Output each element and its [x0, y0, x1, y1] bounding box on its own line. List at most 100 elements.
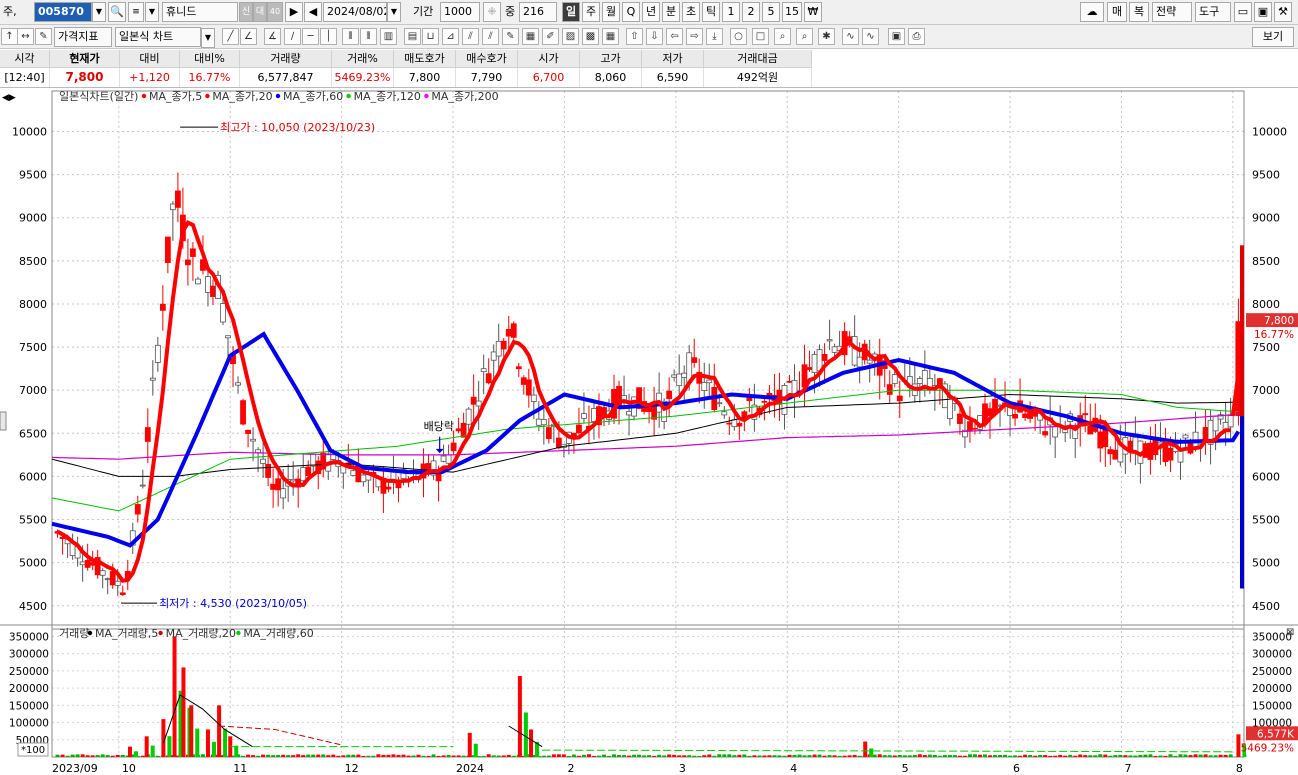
left-right-arrow-icon[interactable]: ↔ — [17, 28, 34, 45]
list-icon[interactable]: ≡ — [128, 2, 144, 22]
period-button-12[interactable]: ₩ — [804, 2, 822, 22]
wave-icon[interactable]: ∿ — [842, 28, 859, 45]
candle-body — [626, 410, 632, 416]
mid-input[interactable]: 216 — [519, 2, 557, 22]
table-icon[interactable]: ▦ — [602, 28, 619, 45]
volume-bar — [271, 755, 276, 757]
search-icon[interactable]: 🔍 — [108, 2, 126, 22]
zoom2-icon[interactable]: ⌕ — [796, 28, 813, 45]
candle-body — [455, 428, 462, 432]
volume-bar — [266, 754, 271, 757]
volume-bar — [80, 754, 85, 757]
edit-icon[interactable]: ✎ — [35, 28, 52, 45]
angle-icon[interactable]: ∠ — [240, 28, 257, 45]
period-button-1[interactable]: 주 — [582, 2, 600, 22]
period-button-5[interactable]: 분 — [662, 2, 680, 22]
date-field[interactable]: 2024/08/02 — [323, 2, 387, 22]
price-legend-item: MA_종가,5 — [149, 90, 202, 103]
parallel-icon[interactable]: ⫽ — [462, 28, 479, 45]
candle-body — [1052, 426, 1059, 438]
stock-code-input[interactable]: 005870 — [34, 2, 92, 22]
download-icon[interactable]: ⤓ — [706, 28, 723, 45]
volume-bar — [1128, 755, 1133, 757]
chart-type-dropdown-icon[interactable]: ▼ — [201, 28, 215, 48]
cycle-icon[interactable]: ⦀ — [342, 28, 359, 45]
price-tick-left: 6000 — [19, 470, 47, 483]
grid2-icon[interactable]: ▤ — [404, 28, 421, 45]
zoom-icon[interactable]: ⌕ — [774, 28, 791, 45]
grid-icon[interactable]: ▥ — [380, 28, 397, 45]
wave2-icon[interactable]: ∿ — [862, 28, 879, 45]
candle-body — [390, 471, 397, 481]
volume-bar — [1178, 754, 1183, 757]
period-button-6[interactable]: 초 — [682, 2, 700, 22]
settings-icon[interactable]: ✱ — [818, 28, 835, 45]
volume-bar — [892, 755, 897, 757]
candle-body — [515, 366, 522, 370]
folder-icon[interactable]: ▭ — [1234, 2, 1252, 22]
price-legend-title: 일본식차트(일간) — [59, 89, 138, 103]
pattern-icon[interactable]: ▨ — [562, 28, 579, 45]
volume-bar — [998, 755, 1003, 757]
tools-menu[interactable]: 도구 — [1195, 2, 1231, 22]
volume-bar — [1023, 754, 1028, 757]
period-button-4[interactable]: 년 — [642, 2, 660, 22]
volume-bar — [1068, 754, 1073, 757]
period-input[interactable]: 1000 — [440, 2, 480, 22]
period-button-2[interactable]: 월 — [602, 2, 620, 22]
circle-icon[interactable]: ○ — [730, 28, 747, 45]
x-tick-label: 6 — [1013, 762, 1020, 775]
list-dropdown-icon[interactable]: ▼ — [145, 2, 159, 22]
candle-body — [681, 372, 688, 378]
date-dropdown-icon[interactable]: ▼ — [387, 2, 401, 22]
volume-bar — [752, 755, 757, 757]
period-button-7[interactable]: 틱 — [702, 2, 720, 22]
cycle2-icon[interactable]: ⦀ — [360, 28, 377, 45]
period-button-9[interactable]: 2 — [742, 2, 760, 22]
arrow-right-icon[interactable]: ⇨ — [686, 28, 703, 45]
chart-type-select[interactable]: 일본식 차트 — [115, 27, 201, 47]
save-icon[interactable]: ▣ — [1254, 2, 1272, 22]
pattern2-icon[interactable]: ▩ — [582, 28, 599, 45]
arrow-left-icon[interactable]: ⇦ — [666, 28, 683, 45]
channel-icon[interactable]: ⊔ — [422, 28, 439, 45]
vertical-line-icon[interactable]: │ — [320, 28, 337, 45]
price-tick-right: 6000 — [1252, 470, 1280, 483]
period-button-8[interactable]: 1 — [722, 2, 740, 22]
volume-bar — [947, 755, 952, 757]
back-icon[interactable]: ◀ — [304, 2, 322, 22]
play-icon[interactable]: ▶ — [285, 2, 303, 22]
sell-button[interactable]: 매 — [1107, 2, 1127, 22]
duplicate-button[interactable]: 복 — [1129, 2, 1149, 22]
palette-icon[interactable]: ▦ — [522, 28, 539, 45]
up-arrow-icon[interactable]: ↑ — [1, 28, 18, 45]
period-button-10[interactable]: 5 — [762, 2, 780, 22]
trend-line-icon[interactable]: ╱ — [222, 28, 239, 45]
period-button-3[interactable]: Q — [622, 2, 640, 22]
cloud-icon[interactable]: ☁ — [1080, 2, 1104, 22]
wrench-icon[interactable]: ⚒ — [1274, 2, 1292, 22]
parallel2-icon[interactable]: ⫽ — [482, 28, 499, 45]
adjust-icon[interactable]: ⁜ — [483, 2, 501, 22]
view-button[interactable]: 보기 — [1252, 27, 1294, 47]
horizontal-line-icon[interactable]: ─ — [302, 28, 319, 45]
indicator-button[interactable]: 가격지표 — [54, 27, 112, 47]
capture-icon[interactable]: ▣ — [888, 28, 905, 45]
strategy-menu[interactable]: 전략 — [1152, 2, 1192, 22]
triangle-icon[interactable]: ⊿ — [442, 28, 459, 45]
print-icon[interactable]: ⎙ — [908, 28, 925, 45]
volume-bar — [396, 755, 401, 757]
eraser-icon[interactable]: ✐ — [542, 28, 559, 45]
code-dropdown-icon[interactable]: ▼ — [92, 2, 106, 22]
square-icon[interactable]: □ — [752, 28, 769, 45]
candle-body — [235, 382, 241, 386]
arrow-up-icon[interactable]: ⇧ — [626, 28, 643, 45]
period-button-0[interactable]: 일 — [562, 2, 580, 22]
arrow-down-icon[interactable]: ⇩ — [646, 28, 663, 45]
candle-body — [1097, 431, 1104, 449]
stock-name-field[interactable]: 휴니드 — [162, 2, 238, 22]
fan-icon[interactable]: ∕ — [284, 28, 301, 45]
angle2-icon[interactable]: ∡ — [264, 28, 281, 45]
pencil-icon[interactable]: ✎ — [502, 28, 519, 45]
period-button-11[interactable]: 15 — [782, 2, 802, 22]
